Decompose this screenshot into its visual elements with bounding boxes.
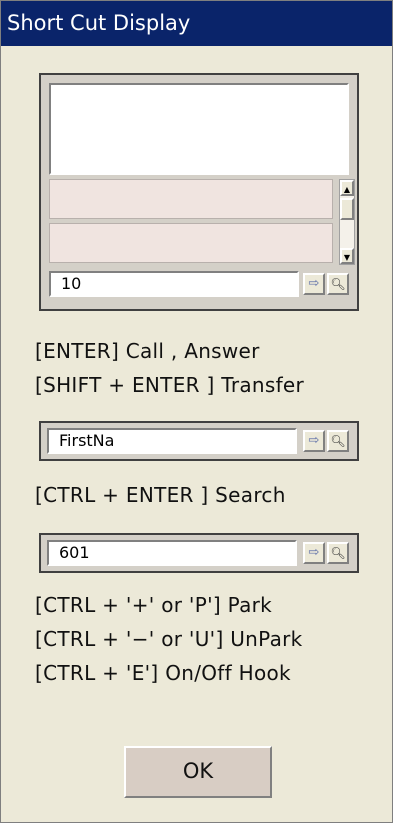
arrow-right-icon[interactable]: ⇨ xyxy=(303,542,325,564)
name-search-panel: FirstNa ⇨ 🔍︎ xyxy=(39,421,359,461)
contact-list-panel: ▲ ▼ 10 ⇨ 🔍︎ xyxy=(39,73,359,311)
magnifier-icon[interactable]: 🔍︎ xyxy=(327,430,349,452)
arrow-right-icon[interactable]: ⇨ xyxy=(303,273,325,295)
window-title: Short Cut Display xyxy=(1,1,392,46)
shortcut-unpark-text: [CTRL + '−' or 'U'] UnPark xyxy=(35,627,303,651)
magnifier-icon[interactable]: 🔍︎ xyxy=(327,542,349,564)
shortcut-enter-text: [ENTER] Call , Answer xyxy=(35,339,260,363)
scroll-up-icon[interactable]: ▲ xyxy=(340,180,354,196)
name-input[interactable]: FirstNa xyxy=(47,428,297,454)
extension-panel: 601 ⇨ 🔍︎ xyxy=(39,533,359,573)
number-input[interactable]: 10 xyxy=(49,271,299,297)
scroll-thumb[interactable] xyxy=(340,198,354,220)
shortcut-ctrl-enter-text: [CTRL + ENTER ] Search xyxy=(35,483,286,507)
arrow-right-icon[interactable]: ⇨ xyxy=(303,430,325,452)
list-item[interactable] xyxy=(49,179,333,219)
list-item[interactable] xyxy=(49,223,333,263)
display-area xyxy=(49,83,349,175)
magnifier-icon[interactable]: 🔍︎ xyxy=(327,273,349,295)
shortcut-shift-enter-text: [SHIFT + ENTER ] Transfer xyxy=(35,373,305,397)
shortcut-hook-text: [CTRL + 'E'] On/Off Hook xyxy=(35,661,291,685)
shortcut-park-text: [CTRL + '+' or 'P'] Park xyxy=(35,593,273,617)
extension-input[interactable]: 601 xyxy=(47,540,297,566)
ok-button[interactable]: OK xyxy=(124,746,272,798)
scroll-down-icon[interactable]: ▼ xyxy=(340,248,354,264)
list-scrollbar[interactable]: ▲ ▼ xyxy=(339,179,355,265)
shortcut-dialog: Short Cut Display ▲ ▼ 10 ⇨ 🔍︎ [ENTER] Ca… xyxy=(0,0,393,823)
